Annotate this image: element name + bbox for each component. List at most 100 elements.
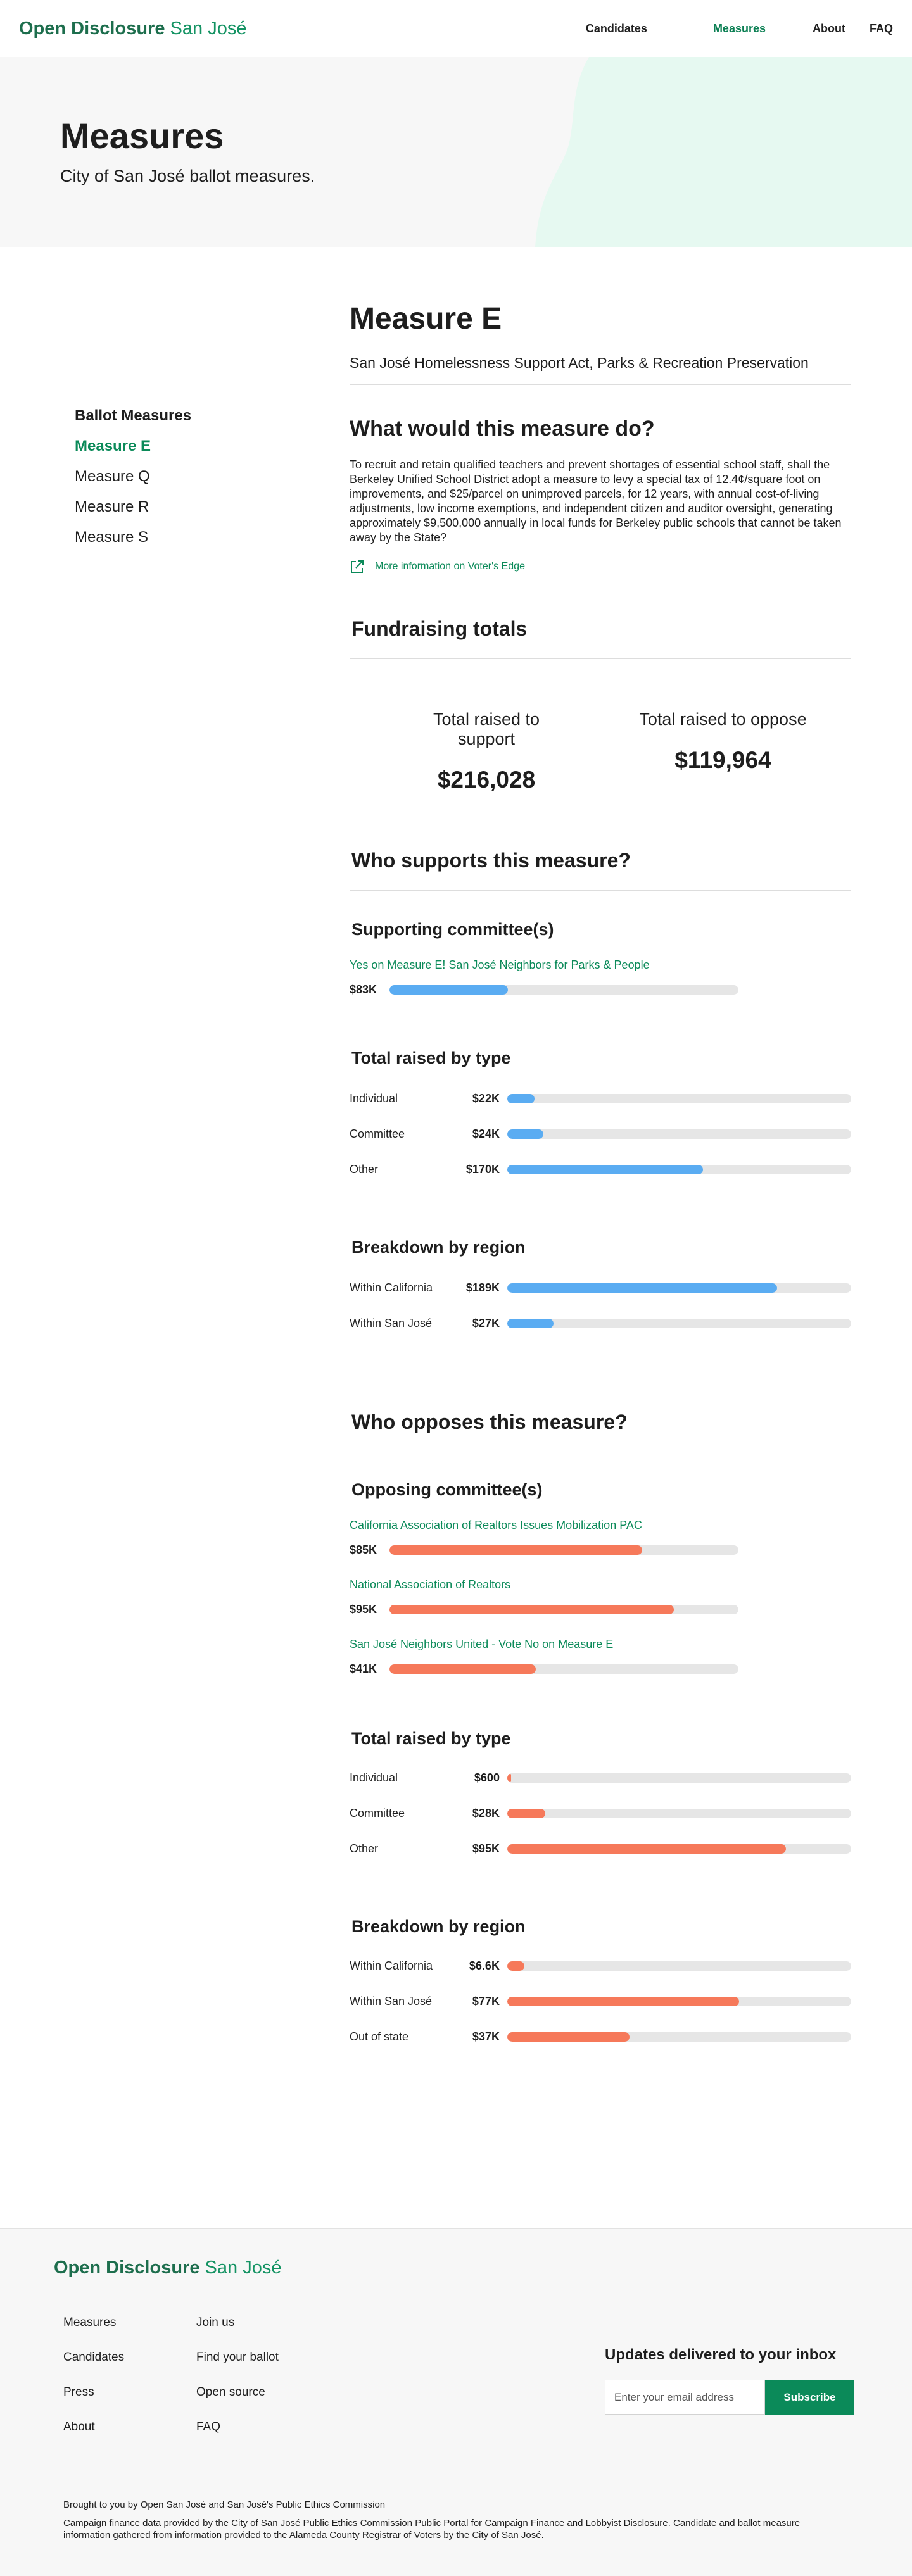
committee-bar-track: [390, 985, 738, 995]
committee-link[interactable]: San José Neighbors United - Vote No on M…: [350, 1638, 851, 1651]
newsletter-heading: Updates delivered to your inbox: [605, 2346, 837, 2363]
region-bar-fill: [507, 1283, 778, 1293]
type-label: Individual: [350, 1771, 398, 1784]
type-bar-fill: [507, 1773, 512, 1783]
fundraising-totals: Total raised to support $216,028 Total r…: [403, 710, 851, 793]
support-total-value: $216,028: [437, 767, 536, 793]
sidebar-item-measure-e[interactable]: Measure E: [75, 437, 191, 455]
sidebar-item-measure-r[interactable]: Measure R: [75, 498, 191, 516]
footer-data-note: Campaign finance data provided by the Ci…: [63, 2518, 801, 2541]
measure-subtitle: San José Homelessness Support Act, Parks…: [350, 355, 851, 385]
voters-edge-link[interactable]: More information on Voter's Edge: [350, 559, 851, 574]
region-bar-track: [507, 1283, 851, 1293]
region-amount: $27K: [472, 1316, 500, 1329]
opponents-heading: Who opposes this measure?: [350, 1411, 851, 1452]
footer-link-about[interactable]: About: [63, 2420, 124, 2434]
type-amount: $24K: [472, 1127, 500, 1140]
committee-bar-row: $83K: [350, 983, 851, 996]
sidebar-item-measure-s[interactable]: Measure S: [75, 529, 191, 546]
oppose-type-list: Individual $600 Committee $28K Other $95…: [350, 1760, 851, 1866]
type-amount: $95K: [472, 1842, 500, 1855]
oppose-total-value: $119,964: [674, 747, 771, 773]
footer-link-measures[interactable]: Measures: [63, 2316, 124, 2330]
nav-faq[interactable]: FAQ: [870, 22, 893, 35]
region-label: Within California: [350, 1959, 433, 1972]
region-bar-track: [507, 1318, 851, 1328]
committee-bar-track: [390, 1545, 738, 1555]
type-row-individual: Individual $600: [350, 1760, 851, 1795]
type-row-individual: Individual $22K: [350, 1081, 851, 1116]
page-title: Measures: [60, 116, 224, 156]
committee-link[interactable]: National Association of Realtors: [350, 1578, 851, 1592]
opponents-section: Who opposes this measure? Opposing commi…: [350, 1411, 851, 2054]
region-amount: $77K: [472, 1994, 500, 2007]
nav-candidates[interactable]: Candidates: [586, 22, 647, 35]
oppose-region-list: Within California $6.6K Within San José …: [350, 1948, 851, 2054]
region-row-california: Within California $189K: [350, 1270, 851, 1305]
footer-logo-city: San José: [205, 2258, 282, 2278]
footer-link-find-ballot[interactable]: Find your ballot: [196, 2351, 279, 2365]
type-bar-fill: [507, 1129, 543, 1139]
measure-description: To recruit and retain qualified teachers…: [350, 458, 842, 544]
sidebar-item-measure-q[interactable]: Measure Q: [75, 468, 191, 486]
footer-link-press[interactable]: Press: [63, 2385, 124, 2399]
type-bar-fill: [507, 1093, 535, 1103]
oppose-total-label: Total raised to oppose: [639, 710, 807, 729]
type-label: Committee: [350, 1127, 405, 1140]
footer-link-candidates[interactable]: Candidates: [63, 2351, 124, 2365]
region-label: Within San José: [350, 1316, 433, 1329]
site-footer: Open Disclosure San José Measures Candid…: [0, 2228, 912, 2576]
supporters-section: Who supports this measure? Supporting co…: [350, 849, 851, 1341]
supporting-committee: Yes on Measure E! San José Neighbors for…: [350, 958, 851, 996]
supporting-committees-heading: Supporting committee(s): [352, 920, 554, 939]
footer-credit: Brought to you by Open San José and San …: [63, 2499, 386, 2510]
committee-bar-row: $41K: [350, 1662, 851, 1676]
fundraising-section: Fundraising totals Total raised to suppo…: [350, 617, 851, 793]
committee-link[interactable]: Yes on Measure E! San José Neighbors for…: [350, 958, 851, 972]
oppose-type-heading: Total raised by type: [352, 1729, 511, 1748]
committee-link[interactable]: California Association of Realtors Issue…: [350, 1519, 851, 1532]
site-logo[interactable]: Open Disclosure San José: [19, 18, 246, 39]
supporters-heading: Who supports this measure?: [350, 849, 851, 891]
region-bar-fill: [507, 2032, 630, 2042]
external-link-icon: [351, 560, 364, 573]
footer-links-col-2: Join us Find your ballot Open source FAQ: [196, 2316, 279, 2455]
type-bar-fill: [507, 1844, 786, 1854]
committee-bar-fill: [390, 1545, 643, 1555]
support-type-heading: Total raised by type: [352, 1048, 511, 1067]
hero-decoration: [535, 57, 912, 247]
type-bar-track: [507, 1164, 851, 1174]
nav-about[interactable]: About: [813, 22, 846, 35]
subscribe-button[interactable]: Subscribe: [765, 2380, 854, 2415]
type-row-other: Other $170K: [350, 1152, 851, 1187]
footer-link-faq[interactable]: FAQ: [196, 2420, 279, 2434]
committee-amount: $41K: [350, 1662, 377, 1675]
support-region-list: Within California $189K Within San José …: [350, 1270, 851, 1341]
committee-amount: $95K: [350, 1603, 377, 1616]
email-input[interactable]: [605, 2380, 765, 2415]
nav-measures[interactable]: Measures: [713, 22, 766, 35]
type-bar-track: [507, 1129, 851, 1139]
type-amount: $28K: [472, 1806, 500, 1819]
region-bar-track: [507, 1996, 851, 2006]
committee-bar-track: [390, 1664, 738, 1674]
region-amount: $6.6K: [469, 1959, 500, 1972]
footer-link-open-source[interactable]: Open source: [196, 2385, 279, 2399]
opposing-committees-heading: Opposing committee(s): [352, 1480, 543, 1499]
region-label: Within California: [350, 1281, 433, 1294]
type-row-committee: Committee $28K: [350, 1795, 851, 1831]
region-bar-fill: [507, 1318, 554, 1328]
fundraising-heading: Fundraising totals: [350, 617, 851, 659]
type-bar-fill: [507, 1164, 704, 1174]
measures-sidebar: Ballot Measures Measure E Measure Q Meas…: [75, 407, 191, 559]
page-subtitle: City of San José ballot measures.: [60, 166, 315, 185]
region-bar-fill: [507, 1996, 740, 2006]
committee-bar-track: [390, 1605, 738, 1614]
region-row-out-of-state: Out of state $37K: [350, 2019, 851, 2054]
region-bar-track: [507, 1961, 851, 1971]
footer-logo[interactable]: Open Disclosure San José: [54, 2258, 281, 2278]
oppose-total: Total raised to oppose $119,964: [614, 710, 832, 793]
measure-title: Measure E: [350, 302, 502, 336]
footer-link-join-us[interactable]: Join us: [196, 2316, 279, 2330]
opposing-committee: California Association of Realtors Issue…: [350, 1519, 851, 1557]
